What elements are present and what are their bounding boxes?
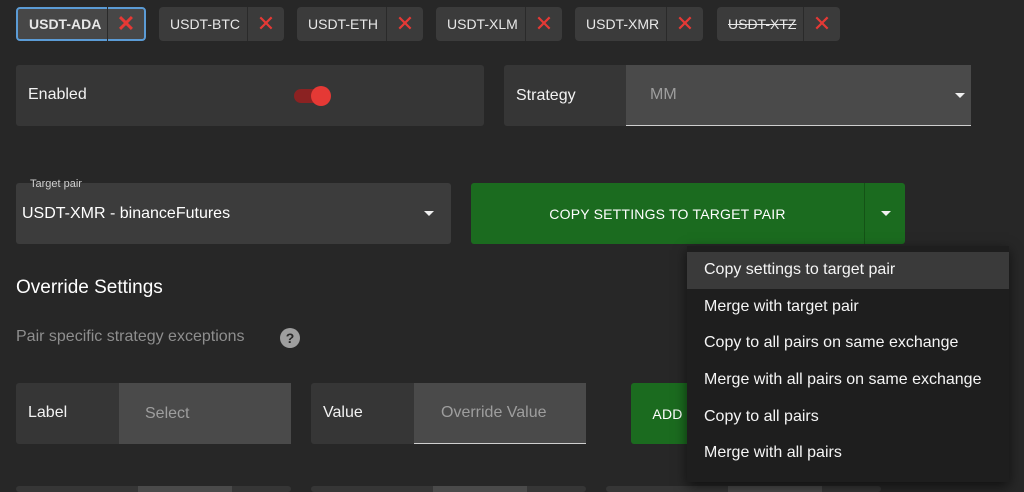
- menu-item-merge-with-target[interactable]: Merge with target pair: [687, 289, 1009, 326]
- copy-options-dropdown-button[interactable]: [864, 183, 905, 244]
- pair-tab-label: USDT-XLM: [447, 16, 518, 32]
- pair-tab-usdt-ada[interactable]: USDT-ADA ✕: [16, 7, 146, 41]
- strategy-panel: Strategy MM: [504, 65, 971, 126]
- enabled-label: Enabled: [28, 86, 87, 103]
- copy-options-menu: Copy settings to target pair Merge with …: [687, 246, 1009, 482]
- close-icon[interactable]: ✕: [525, 7, 562, 41]
- override-row-panel: [606, 486, 881, 492]
- override-label-select[interactable]: Select: [119, 383, 291, 444]
- enabled-panel: Enabled: [16, 65, 484, 126]
- chevron-down-icon: [955, 93, 965, 98]
- toggle-knob: [311, 86, 331, 106]
- pair-tab-label: USDT-ADA: [29, 16, 102, 32]
- pair-tab-usdt-xlm[interactable]: USDT-XLM ✕: [436, 7, 562, 41]
- override-row-panel: [311, 486, 586, 492]
- enabled-toggle[interactable]: [292, 86, 332, 106]
- override-settings-title: Override Settings: [16, 277, 163, 298]
- override-label-label: Label: [28, 404, 68, 421]
- menu-item-copy-all-pairs[interactable]: Copy to all pairs: [687, 398, 1009, 435]
- strategy-value: MM: [650, 86, 677, 103]
- close-icon[interactable]: ✕: [666, 7, 703, 41]
- close-icon[interactable]: ✕: [803, 7, 840, 41]
- pair-tab-label: USDT-BTC: [170, 16, 240, 32]
- override-value-panel: Value Override Value: [311, 383, 586, 444]
- target-pair-value: USDT-XMR - binanceFutures: [22, 205, 231, 222]
- close-icon[interactable]: ✕: [107, 7, 144, 41]
- override-row-field[interactable]: [433, 486, 527, 492]
- add-override-button-label: ADD: [652, 405, 683, 422]
- menu-item-copy-same-exchange[interactable]: Copy to all pairs on same exchange: [687, 325, 1009, 362]
- menu-item-copy-to-target[interactable]: Copy settings to target pair: [687, 252, 1009, 289]
- override-value-input[interactable]: Override Value: [414, 383, 586, 444]
- pair-tab-usdt-xmr[interactable]: USDT-XMR ✕: [575, 7, 703, 41]
- chevron-down-icon: [424, 211, 434, 216]
- override-label-placeholder: Select: [145, 404, 190, 422]
- strategy-select[interactable]: MM: [626, 65, 971, 126]
- pair-tab-usdt-btc[interactable]: USDT-BTC ✕: [159, 7, 284, 41]
- override-row-field[interactable]: [138, 486, 232, 492]
- pair-tab-usdt-xtz[interactable]: USDT-XTZ ✕: [717, 7, 840, 41]
- override-row-field[interactable]: [728, 486, 822, 492]
- target-pair-floating-label: Target pair: [30, 178, 82, 190]
- close-icon[interactable]: ✕: [247, 7, 284, 41]
- pair-tab-label: USDT-XMR: [586, 16, 660, 32]
- menu-item-merge-all-pairs[interactable]: Merge with all pairs: [687, 435, 1009, 472]
- target-pair-select[interactable]: Target pair USDT-XMR - binanceFutures: [16, 178, 451, 244]
- override-settings-subtitle: Pair specific strategy exceptions: [16, 328, 245, 345]
- menu-item-merge-same-exchange[interactable]: Merge with all pairs on same exchange: [687, 362, 1009, 399]
- chevron-down-icon: [881, 211, 891, 216]
- pair-tab-label: USDT-ETH: [308, 16, 378, 32]
- override-label-panel: Label Select: [16, 383, 291, 444]
- override-row-panel: [16, 486, 291, 492]
- pair-tab-usdt-eth[interactable]: USDT-ETH ✕: [297, 7, 423, 41]
- copy-settings-button-label: COPY SETTINGS TO TARGET PAIR: [549, 205, 786, 222]
- strategy-label: Strategy: [516, 87, 576, 104]
- close-icon[interactable]: ✕: [386, 7, 423, 41]
- pair-tab-label: USDT-XTZ: [728, 16, 797, 32]
- copy-settings-button[interactable]: COPY SETTINGS TO TARGET PAIR: [471, 183, 864, 244]
- override-value-placeholder: Override Value: [441, 404, 547, 421]
- help-icon[interactable]: ?: [280, 328, 300, 348]
- override-value-label: Value: [323, 404, 363, 421]
